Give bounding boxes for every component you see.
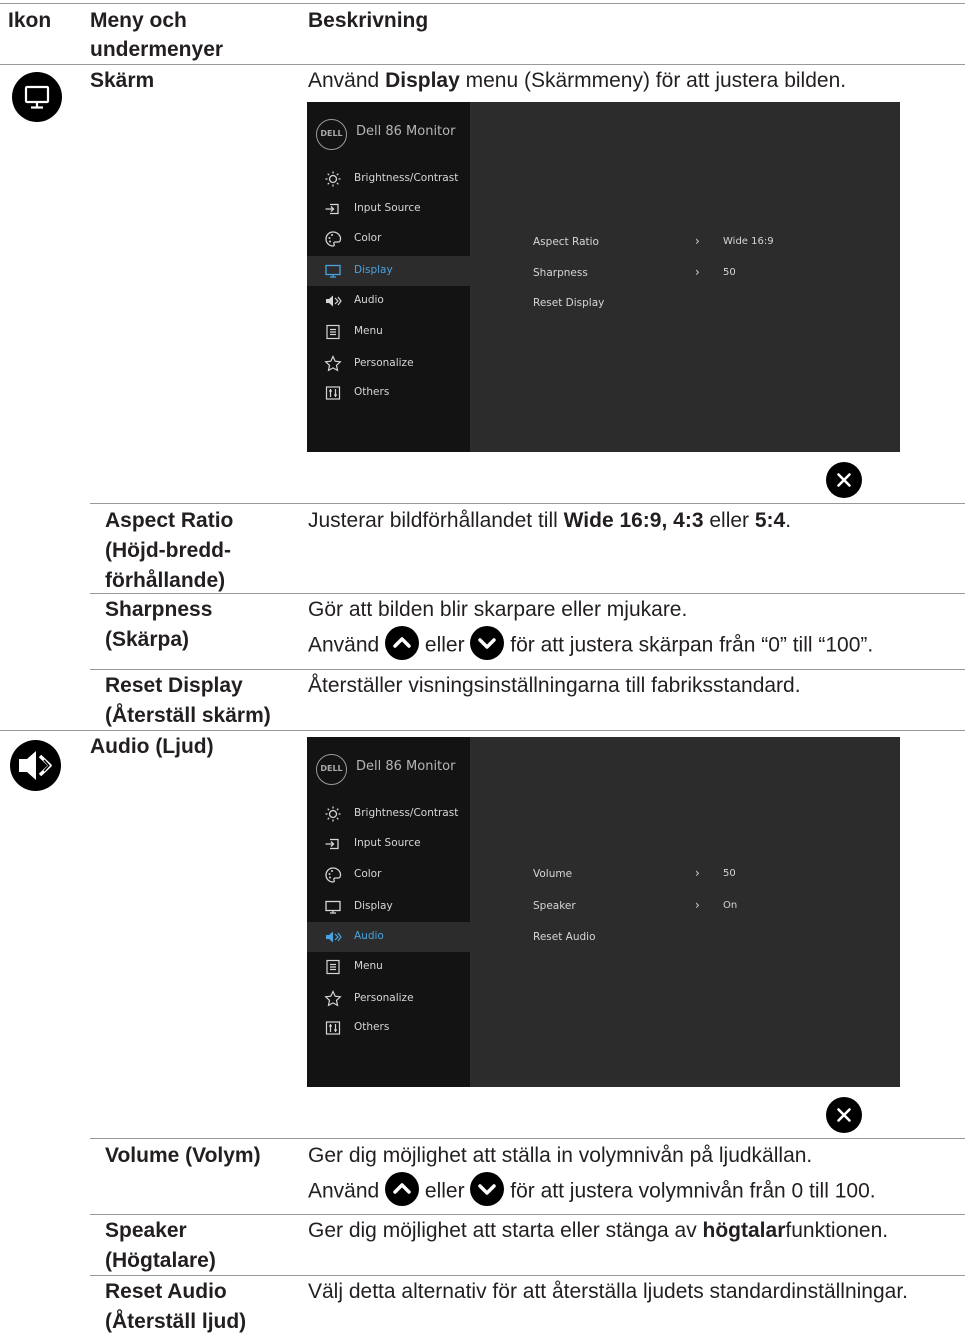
down-arrow-icon: [470, 626, 505, 660]
osd-item-brightness[interactable]: Brightness/Contrast: [307, 799, 470, 829]
top-rule: [0, 3, 965, 4]
osd-item-input-source[interactable]: Input Source: [307, 829, 470, 859]
osd-item-audio[interactable]: Audio: [307, 286, 470, 316]
reset-display-desc: Återställer visningsinställningarna till…: [308, 674, 801, 697]
osd-option-reset-display[interactable]: Reset Display: [533, 297, 604, 309]
rule: [90, 1214, 965, 1215]
rule: [90, 669, 965, 670]
rule: [90, 1138, 965, 1139]
osd-item-color[interactable]: Color: [307, 860, 470, 890]
header-menu: Meny och undermenyer: [90, 9, 224, 61]
audio-icon: [10, 740, 61, 791]
osd-value-aspect-ratio: Wide 16:9: [723, 236, 774, 247]
rule: [90, 593, 965, 594]
close-icon[interactable]: [826, 462, 862, 498]
up-arrow-icon: [385, 626, 420, 660]
dell-logo: DELL: [316, 119, 347, 150]
section-rule: [0, 730, 965, 731]
osd-display-menu: DELL Dell 86 Monitor Brightness/Contrast…: [307, 102, 900, 452]
input-source-icon: [325, 838, 339, 850]
up-arrow-icon: [385, 1172, 420, 1206]
color-icon: [325, 867, 342, 883]
chevron-right-icon: ›: [695, 866, 700, 880]
monitor-icon: [325, 900, 341, 914]
rule: [90, 1275, 965, 1276]
osd-item-personalize[interactable]: Personalize: [307, 984, 470, 1014]
star-icon: [324, 355, 342, 372]
monitor-icon: [325, 264, 341, 278]
others-icon: [325, 1021, 341, 1035]
osd-item-input-source[interactable]: Input Source: [307, 194, 470, 224]
dell-logo: DELL: [316, 754, 347, 785]
sharpness-desc-1: Gör att bilden blir skarpare eller mjuka…: [308, 598, 688, 621]
volume-desc-1: Ger dig möjlighet att ställa in volymniv…: [308, 1144, 813, 1167]
sharpness-label: Sharpness (Skärpa): [105, 598, 213, 651]
osd-value-sharpness: 50: [723, 267, 736, 278]
display-title: Skärm: [90, 69, 155, 92]
volume-desc-2: Använd eller för att justera volymnivån …: [308, 1172, 876, 1209]
rule: [90, 503, 965, 504]
menu-icon: [326, 324, 340, 340]
osd-item-display[interactable]: Display: [307, 256, 470, 286]
osd-item-display[interactable]: Display: [307, 892, 470, 922]
star-icon: [324, 990, 342, 1007]
color-icon: [325, 231, 342, 247]
osd-item-color[interactable]: Color: [307, 224, 470, 254]
input-source-icon: [325, 203, 339, 215]
display-icon: [12, 72, 62, 122]
others-icon: [325, 386, 341, 400]
chevron-right-icon: ›: [695, 898, 700, 912]
audio-title: Audio (Ljud): [90, 735, 214, 758]
osd-item-menu[interactable]: Menu: [307, 952, 470, 982]
sharpness-desc-2: Använd eller för att justera skärpan frå…: [308, 626, 873, 663]
reset-display-label: Reset Display (Återställ skärm): [105, 674, 271, 727]
aspect-ratio-desc: Justerar bildförhållandet till Wide 16:9…: [308, 509, 792, 532]
menu-icon: [326, 959, 340, 975]
osd-option-aspect-ratio[interactable]: Aspect Ratio: [533, 236, 599, 248]
speaker-icon: [326, 931, 342, 943]
speaker-desc: Ger dig möjlighet att starta eller stäng…: [308, 1219, 889, 1242]
osd-option-sharpness[interactable]: Sharpness: [533, 267, 588, 279]
osd-item-menu[interactable]: Menu: [307, 317, 470, 347]
osd-item-others[interactable]: Others: [307, 1013, 470, 1043]
header-ikon: Ikon: [8, 9, 52, 32]
chevron-right-icon: ›: [695, 265, 700, 279]
osd-option-volume[interactable]: Volume: [533, 868, 572, 880]
brightness-icon: [325, 171, 341, 187]
osd-title: Dell 86 Monitor: [356, 759, 456, 774]
aspect-ratio-label: Aspect Ratio (Höjd-bredd-förhållande): [105, 509, 234, 592]
down-arrow-icon: [470, 1172, 505, 1206]
osd-value-volume: 50: [723, 868, 736, 879]
brightness-icon: [325, 806, 341, 822]
display-desc: Använd Display menu (Skärmmeny) för att …: [308, 69, 847, 92]
reset-audio-label: Reset Audio (Återställ ljud): [105, 1280, 247, 1333]
close-icon[interactable]: [826, 1097, 862, 1133]
speaker-icon: [326, 295, 342, 307]
osd-audio-menu: DELL Dell 86 Monitor Brightness/Contrast…: [307, 737, 900, 1087]
osd-option-reset-audio[interactable]: Reset Audio: [533, 931, 596, 943]
osd-title: Dell 86 Monitor: [356, 124, 456, 139]
osd-item-others[interactable]: Others: [307, 378, 470, 408]
osd-item-personalize[interactable]: Personalize: [307, 349, 470, 379]
osd-item-brightness[interactable]: Brightness/Contrast: [307, 164, 470, 194]
osd-option-speaker[interactable]: Speaker: [533, 900, 576, 912]
volume-label: Volume (Volym): [105, 1144, 261, 1167]
header-rule: [0, 64, 965, 65]
reset-audio-desc: Välj detta alternativ för att återställa…: [308, 1280, 909, 1303]
speaker-label: Speaker (Högtalare): [105, 1219, 216, 1272]
osd-item-audio[interactable]: Audio: [307, 922, 470, 952]
header-beskrivning: Beskrivning: [308, 9, 429, 32]
osd-value-speaker: On: [723, 900, 738, 911]
chevron-right-icon: ›: [695, 234, 700, 248]
